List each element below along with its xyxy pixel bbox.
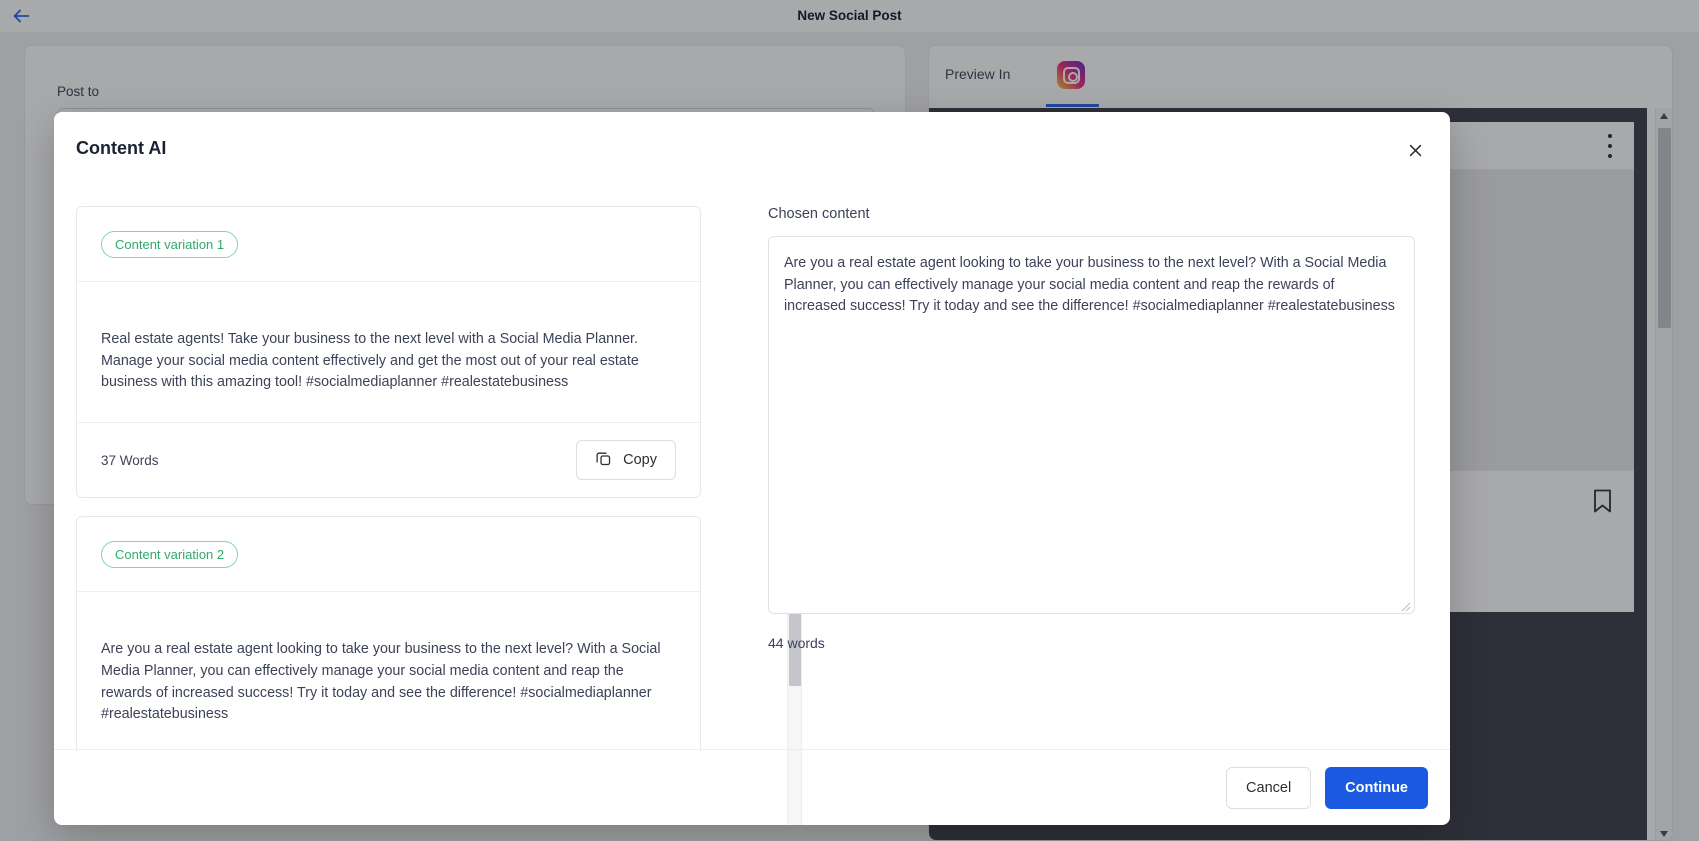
modal-title: Content AI: [76, 138, 167, 158]
variation-header: Content variation 1: [77, 207, 700, 282]
status-badge: Content variation 2: [101, 540, 239, 568]
modal-body: Content variation 1 Real estate agents! …: [54, 182, 1450, 825]
variation-text: Real estate agents! Take your business t…: [77, 282, 700, 424]
content-variation-card: Content variation 2 Are you a real estat…: [76, 516, 701, 751]
chosen-content-textarea[interactable]: [768, 236, 1415, 614]
close-icon[interactable]: [1401, 136, 1429, 164]
variation-text: Are you a real estate agent looking to t…: [77, 592, 700, 751]
copy-icon: [595, 450, 612, 471]
app-root: New Social Post Post to Cl Ty Preview In: [0, 0, 1699, 841]
content-variations-list[interactable]: Content variation 1 Real estate agents! …: [76, 206, 701, 751]
continue-button[interactable]: Continue: [1325, 766, 1428, 809]
variation-footer: 37 Words Copy: [77, 423, 700, 497]
content-variation-card: Content variation 1 Real estate agents! …: [76, 206, 701, 499]
copy-button[interactable]: Copy: [576, 440, 676, 481]
variation-header: Content variation 2: [77, 517, 700, 593]
chosen-content-panel: Chosen content 44 words: [768, 206, 1418, 651]
content-ai-modal: Content AI Content variation 1 Real esta…: [54, 112, 1450, 825]
chosen-content-label: Chosen content: [768, 206, 870, 222]
cancel-button[interactable]: Cancel: [1226, 766, 1312, 809]
copy-button-label: Copy: [623, 452, 657, 469]
word-count: 37 Words: [101, 452, 159, 468]
chosen-word-count: 44 words: [768, 635, 825, 651]
modal-footer: Cancel Continue: [54, 749, 1450, 825]
status-badge: Content variation 1: [101, 230, 239, 258]
